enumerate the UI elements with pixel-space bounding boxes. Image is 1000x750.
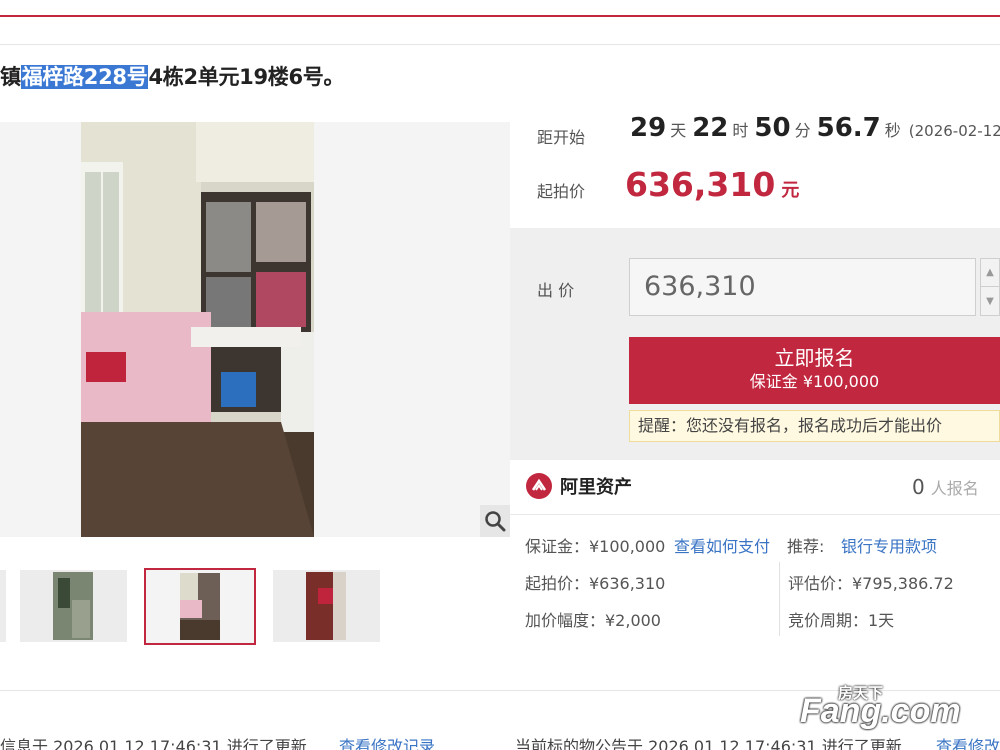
seconds-unit: 秒: [884, 121, 901, 140]
starting-price-amount: 636,310: [625, 165, 776, 204]
hours-unit: 时: [732, 121, 749, 140]
watermark-brand: Fang.com: [800, 692, 961, 730]
title-suffix: 4栋2单元19楼6号。: [148, 65, 345, 89]
bid-label: 出 价: [537, 281, 575, 300]
appraisal-info: 评估价：¥795,386.72: [788, 574, 954, 593]
bedroom-photo-illustration: [81, 122, 314, 537]
thumbnail-2-selected[interactable]: [144, 568, 256, 645]
start-price-info: 起拍价：¥636,310: [525, 574, 666, 593]
thumbnail-3[interactable]: [273, 570, 380, 642]
thumbnail-strip: [0, 568, 510, 646]
minutes-unit: 分: [794, 121, 811, 140]
deposit-label: 保证金 ¥100,000: [749, 372, 880, 391]
signup-count: 0 人报名: [912, 475, 979, 499]
signup-button-label: 立即报名: [774, 346, 855, 370]
main-photo[interactable]: [81, 122, 314, 537]
bank-account-link[interactable]: 银行专用款项: [841, 533, 937, 557]
start-date: (2026-02-12: [908, 122, 1000, 140]
signup-reminder: 提醒：您还没有报名，报名成功后才能出价: [629, 410, 1000, 442]
thumbnail-image: [20, 570, 127, 642]
countdown-timer: 29 天 22 时 50 分 56.7 秒 (2026-02-12: [630, 113, 1000, 143]
countdown-seconds: 56.7: [816, 113, 881, 143]
increment-info: 加价幅度：¥2,000: [525, 611, 661, 630]
ali-assets-logo-icon: [526, 473, 552, 499]
starting-price-label: 起拍价: [537, 182, 586, 201]
thumbnail-image: [146, 570, 254, 643]
top-accent-line: [0, 15, 1000, 17]
title-divider: [0, 44, 1000, 45]
signup-button[interactable]: 立即报名 保证金 ¥100,000: [629, 337, 1000, 404]
signup-count-number: 0: [912, 475, 925, 499]
stepper-down-icon[interactable]: ▼: [981, 287, 999, 315]
thumbnail-image: [273, 570, 380, 642]
how-to-pay-link[interactable]: 查看如何支付: [674, 533, 770, 557]
bid-stepper[interactable]: ▲ ▼: [980, 258, 1000, 316]
info-divider: [510, 514, 1000, 515]
listing-title: 镇福梓路228号4栋2单元19楼6号。: [0, 62, 345, 92]
countdown-label: 距开始: [537, 128, 586, 147]
details-column-divider: [779, 562, 780, 636]
title-highlight: 福梓路228号: [20, 65, 149, 89]
starting-price-unit: 元: [781, 180, 800, 201]
main-image-area: [0, 122, 510, 537]
bid-cycle-info: 竞价周期：1天: [788, 611, 895, 630]
provider-logo[interactable]: 阿里资产: [526, 473, 632, 499]
stepper-up-icon[interactable]: ▲: [981, 259, 999, 287]
signup-count-unit: 人报名: [930, 479, 979, 498]
thumbnail-1[interactable]: [20, 570, 127, 642]
title-prefix: 镇: [0, 65, 21, 89]
magnifier-icon: [485, 511, 506, 532]
bid-amount-input[interactable]: 636,310: [629, 258, 976, 316]
countdown-days: 29: [630, 113, 667, 143]
zoom-button[interactable]: [480, 505, 510, 537]
provider-name: 阿里资产: [560, 477, 632, 498]
footer-update-text: 信息于 2026.01.12 17:46:31 进行了更新: [0, 737, 307, 750]
view-change-log-link[interactable]: 查看修改记录: [339, 733, 435, 750]
fang-watermark: 房天下 Fang.com: [800, 680, 1000, 740]
starting-price-value: 636,310 元: [625, 165, 799, 204]
days-unit: 天: [670, 121, 687, 140]
thumbnail-partial[interactable]: [0, 570, 6, 642]
deposit-info: 保证金：¥100,000: [525, 537, 666, 556]
countdown-hours: 22: [692, 113, 729, 143]
countdown-minutes: 50: [754, 113, 791, 143]
recommend-label: 推荐:: [787, 537, 825, 556]
